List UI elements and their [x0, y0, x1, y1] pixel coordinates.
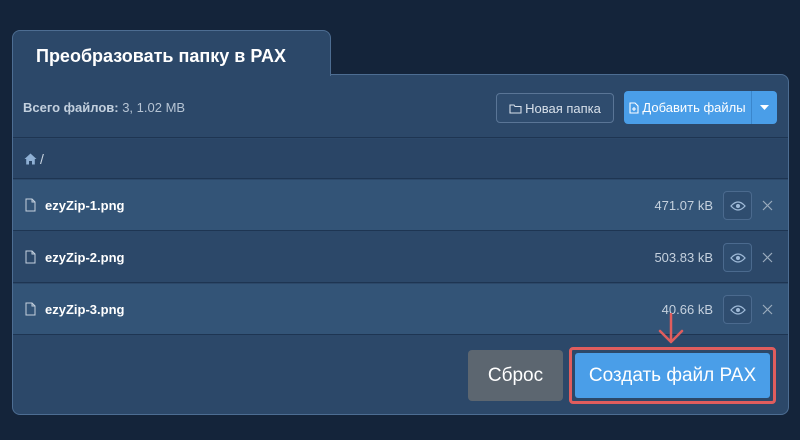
add-files-button[interactable]: Добавить файлы [624, 91, 751, 124]
file-panel: Всего файлов: 3, 1.02 MB Новая папка Доб… [12, 74, 789, 415]
toolbar: Всего файлов: 3, 1.02 MB Новая папка Доб… [13, 75, 788, 138]
eye-icon [729, 252, 746, 263]
file-size: 503.83 kB [654, 250, 713, 265]
reset-button[interactable]: Сброс [468, 350, 563, 401]
file-size: 471.07 kB [654, 198, 713, 213]
remove-file-button[interactable] [759, 197, 775, 213]
eye-icon [729, 200, 746, 211]
close-icon [762, 304, 772, 314]
file-row: ezyZip-1.png 471.07 kB [13, 180, 788, 231]
arrow-down-annotation [658, 313, 684, 344]
breadcrumb-separator: / [40, 150, 44, 167]
file-icon [25, 250, 36, 264]
total-files-value: 3, 1.02 MB [118, 100, 186, 115]
preview-button[interactable] [723, 191, 752, 220]
file-icon [25, 302, 36, 316]
remove-file-button[interactable] [759, 249, 775, 265]
page-title: Преобразовать папку в PAX [36, 46, 287, 66]
new-folder-label: Новая папка [525, 100, 601, 116]
total-files-label: Всего файлов: [23, 100, 119, 115]
file-name: ezyZip-1.png [45, 198, 125, 213]
add-files-button-group: Добавить файлы [624, 91, 777, 124]
preview-button[interactable] [723, 295, 752, 324]
tab-convert-folder[interactable]: Преобразовать папку в PAX [12, 30, 331, 76]
chevron-down-icon [760, 105, 769, 110]
close-icon [762, 200, 772, 210]
preview-button[interactable] [723, 243, 752, 272]
breadcrumb: / [13, 139, 788, 179]
file-add-icon [629, 101, 639, 114]
file-icon [25, 198, 36, 212]
remove-file-button[interactable] [759, 301, 775, 317]
new-folder-button[interactable]: Новая папка [496, 93, 614, 123]
folder-icon [509, 103, 522, 114]
create-pax-button[interactable]: Создать файл PAX [575, 353, 770, 398]
file-name: ezyZip-2.png [45, 250, 125, 265]
total-files-info: Всего файлов: 3, 1.02 MB [23, 100, 185, 115]
home-icon[interactable] [24, 153, 37, 165]
add-files-label: Добавить файлы [642, 100, 746, 115]
add-files-dropdown-toggle[interactable] [752, 91, 777, 124]
file-row: ezyZip-2.png 503.83 kB [13, 232, 788, 283]
file-name: ezyZip-3.png [45, 302, 125, 317]
close-icon [762, 252, 772, 262]
eye-icon [729, 304, 746, 315]
tab-joint [13, 73, 330, 79]
